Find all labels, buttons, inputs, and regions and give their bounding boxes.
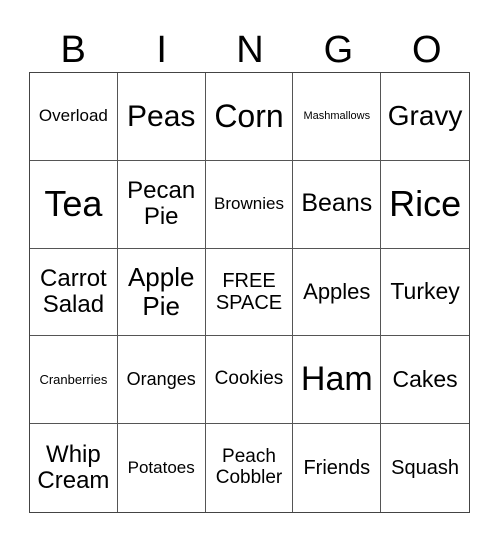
cell-label: Friends: [303, 457, 371, 480]
cell-label: Squash: [391, 457, 460, 480]
header-letter-n: N: [236, 29, 264, 71]
bingo-cell[interactable]: Gravy: [381, 73, 469, 161]
cell-label: Rice: [389, 183, 462, 225]
cell-label: Apple Pie: [127, 262, 195, 321]
cell-label: Apples: [303, 278, 371, 304]
bingo-cell[interactable]: Beans: [293, 160, 382, 249]
bingo-cell[interactable]: Whip Cream: [30, 424, 118, 512]
bingo-grid: Overload Peas Corn Mashmallows Gravy Tea Pecan…: [29, 72, 470, 513]
cell-label: Ham: [300, 360, 373, 399]
bingo-cell[interactable]: Cookies: [205, 336, 294, 425]
cell-label: Brownies: [214, 193, 284, 213]
cell-label: Beans: [301, 189, 373, 218]
bingo-cell[interactable]: Tea: [30, 160, 118, 249]
bingo-cell[interactable]: Turkey: [381, 249, 469, 337]
cell-label: Turkey: [390, 278, 460, 305]
header-letter-o: O: [412, 29, 442, 71]
cell-label: Cranberries: [39, 371, 108, 387]
bingo-cell[interactable]: Overload: [30, 73, 118, 161]
cell-label: Overload: [38, 106, 108, 126]
cell-label: Potatoes: [127, 457, 195, 477]
cell-label: Pecan Pie: [127, 176, 196, 231]
bingo-cell[interactable]: Ham: [293, 336, 382, 425]
cell-label: Corn: [214, 97, 284, 134]
bingo-cell[interactable]: Squash: [381, 424, 469, 512]
cell-label: Oranges: [126, 368, 196, 389]
cell-label: Carrot Salad: [40, 264, 107, 318]
cell-label: Mashmallows: [303, 110, 371, 123]
bingo-cell[interactable]: Brownies: [205, 160, 294, 249]
bingo-cell[interactable]: Potatoes: [118, 424, 206, 512]
bingo-cell[interactable]: Pecan Pie: [117, 160, 206, 249]
bingo-cell[interactable]: Peach Cobbler: [206, 424, 294, 512]
bingo-cell[interactable]: Peas: [117, 73, 206, 161]
header-letter-i: I: [156, 29, 167, 71]
cell-label: Cookies: [214, 368, 284, 390]
header-letter-g: G: [323, 29, 354, 71]
bingo-cell[interactable]: Rice: [381, 161, 469, 249]
bingo-header: B I N G O: [29, 28, 471, 72]
cell-label: Peach Cobbler: [215, 446, 283, 489]
bingo-cell[interactable]: Corn: [205, 73, 294, 161]
cell-label: FREE SPACE: [215, 269, 283, 314]
bingo-cell[interactable]: Oranges: [117, 336, 206, 425]
bingo-cell[interactable]: Mashmallows: [293, 73, 382, 161]
free-space-cell[interactable]: FREE SPACE: [205, 248, 294, 337]
bingo-cell[interactable]: Cranberries: [30, 336, 118, 425]
bingo-cell[interactable]: Apple Pie: [117, 248, 206, 337]
bingo-cell[interactable]: Carrot Salad: [30, 248, 118, 337]
bingo-cell[interactable]: Cakes: [381, 336, 469, 425]
cell-label: Cakes: [392, 366, 458, 393]
cell-label: Peas: [127, 99, 196, 133]
cell-label: Whip Cream: [37, 440, 110, 495]
cell-label: Gravy: [387, 100, 463, 131]
bingo-cell[interactable]: Apples: [293, 248, 382, 337]
bingo-cell[interactable]: Friends: [293, 424, 382, 512]
cell-label: Tea: [44, 183, 103, 225]
header-letter-b: B: [60, 29, 86, 71]
